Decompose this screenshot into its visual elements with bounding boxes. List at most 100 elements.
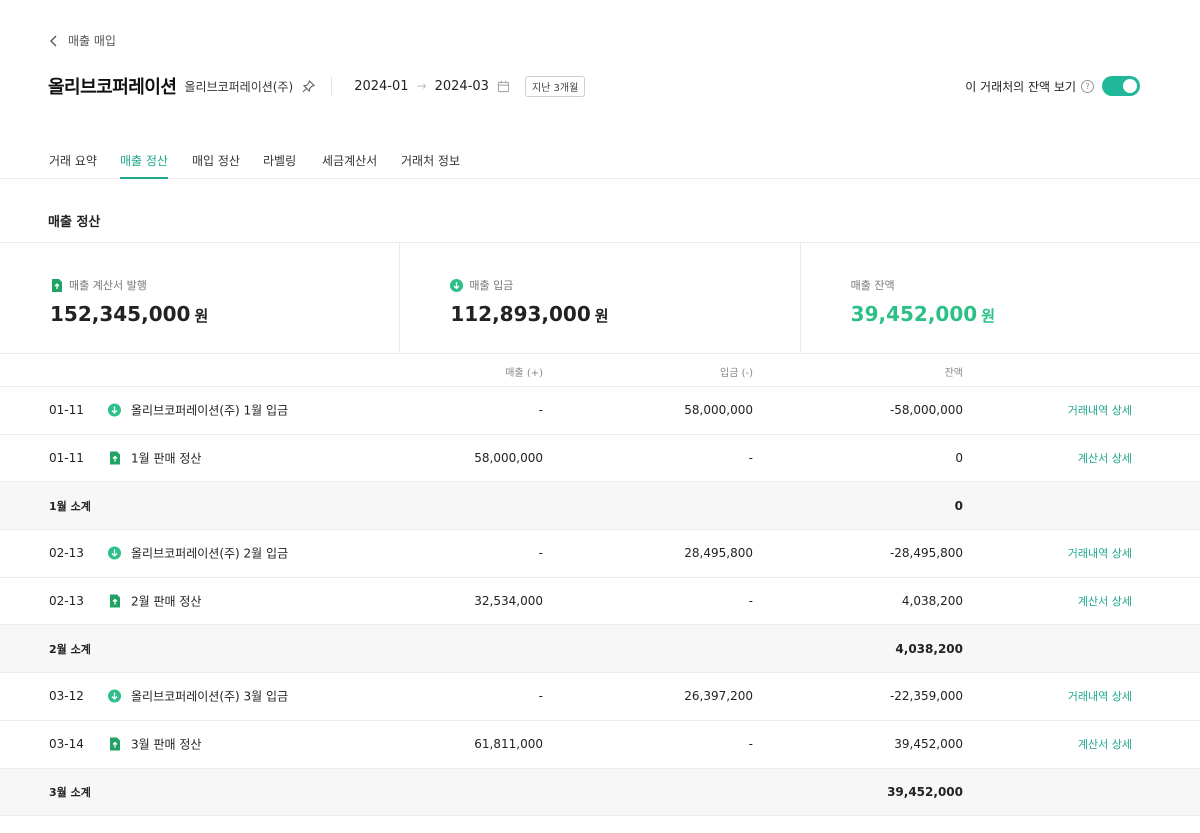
row-balance: -22,359,000 bbox=[889, 689, 963, 704]
summary-cards: 매출 계산서 발행 152,345,000 원 매출 입금 112,893,000… bbox=[0, 242, 1200, 354]
summary-label: 매출 입금 bbox=[469, 279, 514, 292]
header-divider bbox=[331, 77, 333, 95]
toggle-knob bbox=[1123, 79, 1137, 93]
invoice-up-icon bbox=[108, 451, 121, 465]
table-row: 02-13 올리브코퍼레이션(주) 2월 입금 - 28,495,800 -28… bbox=[0, 530, 1200, 578]
header-deposit: 입금 (-) bbox=[720, 368, 753, 379]
transaction-detail-link[interactable]: 거래내역 상세 bbox=[1068, 688, 1132, 704]
row-deposit: - bbox=[748, 737, 753, 752]
balance-toggle-label: 이 거래처의 잔액 보기 bbox=[965, 79, 1076, 94]
summary-label-row: 매출 입금 bbox=[450, 277, 799, 293]
subtotal-label: 3월 소계 bbox=[49, 785, 91, 799]
summary-card-invoiced: 매출 계산서 발행 152,345,000 원 bbox=[0, 243, 399, 353]
header-balance: 잔액 bbox=[944, 368, 963, 379]
period-badge[interactable]: 지난 3개월 bbox=[524, 75, 586, 97]
header-sales: 매출 (+) bbox=[505, 368, 543, 379]
amount-unit: 원 bbox=[981, 307, 995, 325]
invoice-up-icon bbox=[108, 737, 121, 751]
chevron-left-icon bbox=[50, 35, 57, 46]
row-balance: -28,495,800 bbox=[889, 546, 963, 561]
table-row: 01-11 올리브코퍼레이션(주) 1월 입금 - 58,000,000 -58… bbox=[0, 387, 1200, 435]
table-header: 매출 (+) 입금 (-) 잔액 bbox=[0, 354, 1200, 387]
row-balance: 0 bbox=[955, 451, 963, 466]
row-deposit: 28,495,800 bbox=[684, 546, 753, 561]
row-balance: 39,452,000 bbox=[894, 737, 963, 752]
back-label: 매출 매입 bbox=[68, 34, 116, 48]
deposit-down-icon bbox=[450, 278, 464, 292]
tab-labeling[interactable]: 라벨링 bbox=[263, 152, 296, 179]
invoice-up-icon bbox=[50, 278, 63, 292]
row-description: 올리브코퍼레이션(주) 3월 입금 bbox=[131, 689, 289, 704]
summary-label-row: 매출 잔액 bbox=[851, 277, 1200, 293]
row-description: 2월 판매 정산 bbox=[131, 594, 202, 609]
subtotal-balance: 4,038,200 bbox=[895, 641, 963, 656]
deposit-down-icon bbox=[108, 689, 121, 703]
summary-label: 매출 잔액 bbox=[850, 279, 895, 292]
amount-value: 152,345,000 bbox=[50, 302, 191, 326]
page-header: 올리브코퍼레이션 올리브코퍼레이션(주) 2024-01 → 2024-03 지… bbox=[48, 72, 1140, 100]
date-range-arrow: → bbox=[416, 79, 427, 93]
amount-value: 112,893,000 bbox=[450, 302, 591, 326]
table-row: 03-12 올리브코퍼레이션(주) 3월 입금 - 26,397,200 -22… bbox=[0, 673, 1200, 721]
deposit-down-icon bbox=[108, 403, 121, 417]
summary-amount: 39,452,000 원 bbox=[851, 302, 1200, 326]
invoice-detail-link[interactable]: 계산서 상세 bbox=[1078, 736, 1132, 752]
subtotal-label: 2월 소계 bbox=[49, 642, 91, 656]
deposit-down-icon bbox=[108, 546, 121, 560]
page-title: 올리브코퍼레이션 bbox=[48, 77, 177, 98]
row-sales: - bbox=[538, 689, 543, 704]
pin-icon[interactable] bbox=[301, 78, 317, 94]
row-description: 3월 판매 정산 bbox=[131, 737, 202, 752]
back-link[interactable]: 매출 매입 bbox=[48, 32, 116, 49]
row-deposit: - bbox=[748, 594, 753, 609]
tab-tax-invoice[interactable]: 세금계산서 bbox=[322, 152, 377, 179]
tab-transaction-summary[interactable]: 거래 요약 bbox=[49, 152, 97, 179]
row-date: 02-13 bbox=[49, 594, 84, 609]
row-sales: - bbox=[538, 403, 543, 418]
table-body: 01-11 올리브코퍼레이션(주) 1월 입금 - 58,000,000 -58… bbox=[0, 387, 1200, 817]
transaction-detail-link[interactable]: 거래내역 상세 bbox=[1068, 545, 1132, 561]
table-row: 02-13 2월 판매 정산 32,534,000 - 4,038,200 계산… bbox=[0, 578, 1200, 626]
subtotal-balance: 0 bbox=[954, 498, 963, 513]
row-sales: 61,811,000 bbox=[474, 737, 543, 752]
row-deposit: 26,397,200 bbox=[684, 689, 753, 704]
date-to[interactable]: 2024-03 bbox=[435, 79, 489, 94]
row-description: 올리브코퍼레이션(주) 1월 입금 bbox=[131, 403, 289, 418]
amount-unit: 원 bbox=[594, 307, 609, 325]
row-date: 01-11 bbox=[49, 451, 84, 466]
section-title: 매출 정산 bbox=[48, 215, 101, 230]
amount-unit: 원 bbox=[194, 307, 209, 325]
calendar-icon[interactable] bbox=[497, 79, 511, 93]
tab-partner-info[interactable]: 거래처 정보 bbox=[401, 152, 460, 179]
row-balance: -58,000,000 bbox=[889, 403, 963, 418]
invoice-up-icon bbox=[108, 594, 121, 608]
help-icon[interactable]: ? bbox=[1081, 79, 1094, 93]
subtotal-row: 1월 소계 0 bbox=[0, 482, 1200, 531]
row-date: 03-12 bbox=[49, 689, 84, 704]
invoice-detail-link[interactable]: 계산서 상세 bbox=[1078, 450, 1132, 466]
row-balance: 4,038,200 bbox=[901, 594, 963, 609]
row-sales: - bbox=[538, 546, 543, 561]
tab-purchase-settlement[interactable]: 매입 정산 bbox=[192, 152, 240, 179]
row-deposit: - bbox=[748, 451, 753, 466]
summary-label: 매출 계산서 발행 bbox=[69, 279, 147, 292]
row-sales: 32,534,000 bbox=[474, 594, 543, 609]
date-from[interactable]: 2024-01 bbox=[354, 79, 408, 94]
row-date: 03-14 bbox=[49, 737, 84, 752]
balance-toggle[interactable] bbox=[1102, 76, 1140, 96]
table-row: 01-11 1월 판매 정산 58,000,000 - 0 계산서 상세 bbox=[0, 435, 1200, 483]
summary-card-deposit: 매출 입금 112,893,000 원 bbox=[399, 243, 799, 353]
transaction-detail-link[interactable]: 거래내역 상세 bbox=[1068, 402, 1132, 418]
summary-label-row: 매출 계산서 발행 bbox=[50, 277, 399, 293]
row-description: 1월 판매 정산 bbox=[131, 451, 202, 466]
invoice-detail-link[interactable]: 계산서 상세 bbox=[1078, 593, 1132, 609]
amount-value: 39,452,000 bbox=[850, 302, 978, 326]
summary-card-balance: 매출 잔액 39,452,000 원 bbox=[799, 243, 1200, 353]
row-sales: 58,000,000 bbox=[474, 451, 543, 466]
company-legal-name: 올리브코퍼레이션(주) bbox=[184, 79, 294, 94]
tab-sales-settlement[interactable]: 매출 정산 bbox=[120, 152, 168, 179]
summary-amount: 112,893,000 원 bbox=[450, 302, 799, 326]
row-description: 올리브코퍼레이션(주) 2월 입금 bbox=[131, 546, 289, 561]
summary-amount: 152,345,000 원 bbox=[50, 302, 399, 326]
subtotal-row: 3월 소계 39,452,000 bbox=[0, 768, 1200, 817]
